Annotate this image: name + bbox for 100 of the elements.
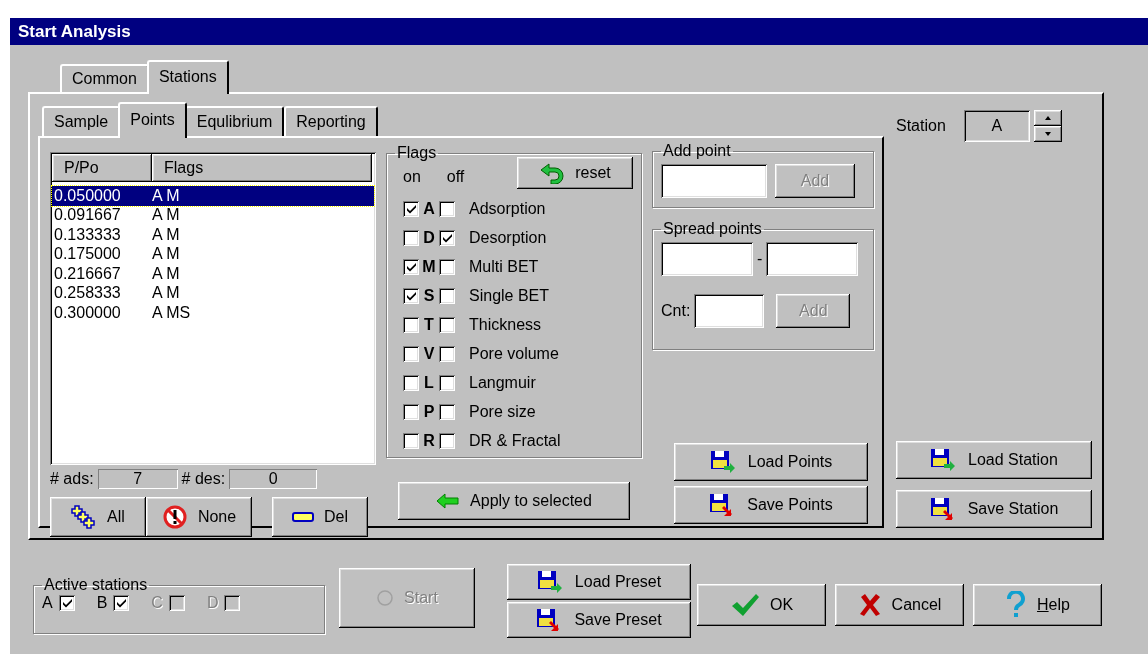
tab[interactable]: Reporting xyxy=(284,106,378,136)
flag-letter: S xyxy=(422,286,436,305)
reset-button[interactable]: reset xyxy=(517,157,633,189)
window-title: Start Analysis xyxy=(10,18,1148,45)
group-title: Active stations xyxy=(43,576,149,594)
group-title: Add point xyxy=(662,142,732,160)
checkbox[interactable] xyxy=(403,345,419,362)
checkbox[interactable] xyxy=(439,287,455,304)
floppy-load-icon xyxy=(536,569,565,595)
flag-letter: A xyxy=(422,199,436,218)
checkbox[interactable] xyxy=(439,229,455,246)
flag-letter: M xyxy=(421,257,437,276)
station-button[interactable]: Save Station xyxy=(896,490,1092,528)
column-header[interactable]: P/Po xyxy=(52,154,152,182)
list-row[interactable]: 0.216667 A M xyxy=(52,264,374,284)
list-row[interactable]: 0.050000 A M xyxy=(52,186,374,206)
tab[interactable]: Common xyxy=(60,64,149,92)
dialog-button[interactable]: Help xyxy=(973,584,1102,626)
minus-icon xyxy=(292,511,314,523)
on-label: on xyxy=(403,168,421,186)
list-button[interactable]: Del xyxy=(272,497,368,537)
undo-arrow-icon xyxy=(539,162,566,184)
flag-name: Pore volume xyxy=(469,344,559,363)
flag-letter: P xyxy=(422,402,436,421)
checkbox[interactable] xyxy=(403,229,419,246)
checkbox[interactable] xyxy=(439,316,455,333)
tab[interactable]: Equlibrium xyxy=(184,106,285,136)
checkbox[interactable] xyxy=(439,200,455,217)
flag-name: Thickness xyxy=(469,315,542,334)
list-button[interactable]: All xyxy=(50,497,146,537)
flag-letter: R xyxy=(422,431,436,450)
checkbox[interactable] xyxy=(58,595,75,611)
station-field[interactable]: A xyxy=(963,110,1030,142)
list-row[interactable]: 0.300000 A MS xyxy=(52,303,374,323)
from-input[interactable] xyxy=(661,242,753,276)
left-arrow-icon xyxy=(436,493,461,509)
checkbox[interactable] xyxy=(403,316,419,333)
tab[interactable]: Points xyxy=(118,102,187,138)
flag-name: Adsorption xyxy=(469,199,546,218)
list-row[interactable]: 0.258333 A M xyxy=(52,283,374,303)
checkbox[interactable] xyxy=(439,374,455,391)
range-separator: - xyxy=(757,250,763,268)
crosses-icon xyxy=(71,505,98,529)
checkbox[interactable] xyxy=(403,432,419,449)
circle-icon xyxy=(376,589,395,607)
off-label: off xyxy=(446,168,465,186)
list-row[interactable]: 0.091667 A M xyxy=(52,205,374,225)
tab[interactable]: Sample xyxy=(42,106,121,136)
checkbox[interactable] xyxy=(439,345,455,362)
checkbox[interactable] xyxy=(403,287,419,304)
point-input[interactable] xyxy=(661,164,767,198)
flag-letter: L xyxy=(423,373,435,392)
group-title: Flags xyxy=(396,144,438,162)
list-row[interactable]: 0.133333 A M xyxy=(52,225,374,245)
to-input[interactable] xyxy=(766,242,859,276)
tab[interactable]: Stations xyxy=(146,60,229,94)
dialog-button[interactable]: Cancel xyxy=(835,584,964,626)
list-row[interactable]: 0.175000 A M xyxy=(52,244,374,264)
apply-button[interactable]: Apply to selected xyxy=(398,482,630,520)
count-input[interactable] xyxy=(694,294,765,328)
flag-letter: D xyxy=(422,228,436,247)
points-button[interactable]: Save Points xyxy=(674,486,868,524)
checkbox[interactable] xyxy=(403,403,419,420)
checkbox[interactable] xyxy=(439,258,455,275)
des-count: 0 xyxy=(229,469,318,489)
help-icon xyxy=(1005,591,1028,619)
station-letter: D xyxy=(206,594,219,612)
station-button[interactable]: Load Station xyxy=(896,441,1092,479)
list-button[interactable]: None xyxy=(146,497,252,537)
preset-button[interactable]: Save Preset xyxy=(507,602,691,638)
spinner[interactable] xyxy=(1033,110,1062,142)
flag-name: Multi BET xyxy=(469,257,539,276)
check-mark-icon xyxy=(60,597,73,609)
count-label: Cnt: xyxy=(661,302,691,320)
column-header[interactable]: Flags xyxy=(152,154,372,182)
station-label: Station xyxy=(896,117,946,135)
floppy-load-icon xyxy=(709,449,738,475)
des-label: # des: xyxy=(181,470,226,488)
flag-name: Pore size xyxy=(469,402,536,421)
flag-name: Desorption xyxy=(469,228,547,247)
checkbox[interactable] xyxy=(403,200,419,217)
station-letter: A xyxy=(42,594,53,612)
ads-label: # ads: xyxy=(50,470,94,488)
flag-letter: T xyxy=(423,315,435,334)
flag-name: Langmuir xyxy=(469,373,536,392)
flag-name: DR & Fractal xyxy=(469,431,561,450)
group-title: Spread points xyxy=(662,220,763,238)
station-letter: B xyxy=(96,594,108,612)
station-letter: C xyxy=(151,594,163,612)
checkbox[interactable] xyxy=(439,432,455,449)
check-mark-icon xyxy=(115,597,128,609)
checkbox[interactable] xyxy=(403,258,419,275)
checkbox[interactable] xyxy=(403,374,419,391)
checkbox[interactable] xyxy=(439,403,455,420)
prohibited-icon xyxy=(161,504,188,530)
checkbox[interactable] xyxy=(113,595,130,611)
dialog-button[interactable]: OK xyxy=(697,584,826,626)
points-button[interactable]: Load Points xyxy=(674,443,868,481)
flag-name: Single BET xyxy=(469,286,550,305)
preset-button[interactable]: Load Preset xyxy=(507,564,691,600)
